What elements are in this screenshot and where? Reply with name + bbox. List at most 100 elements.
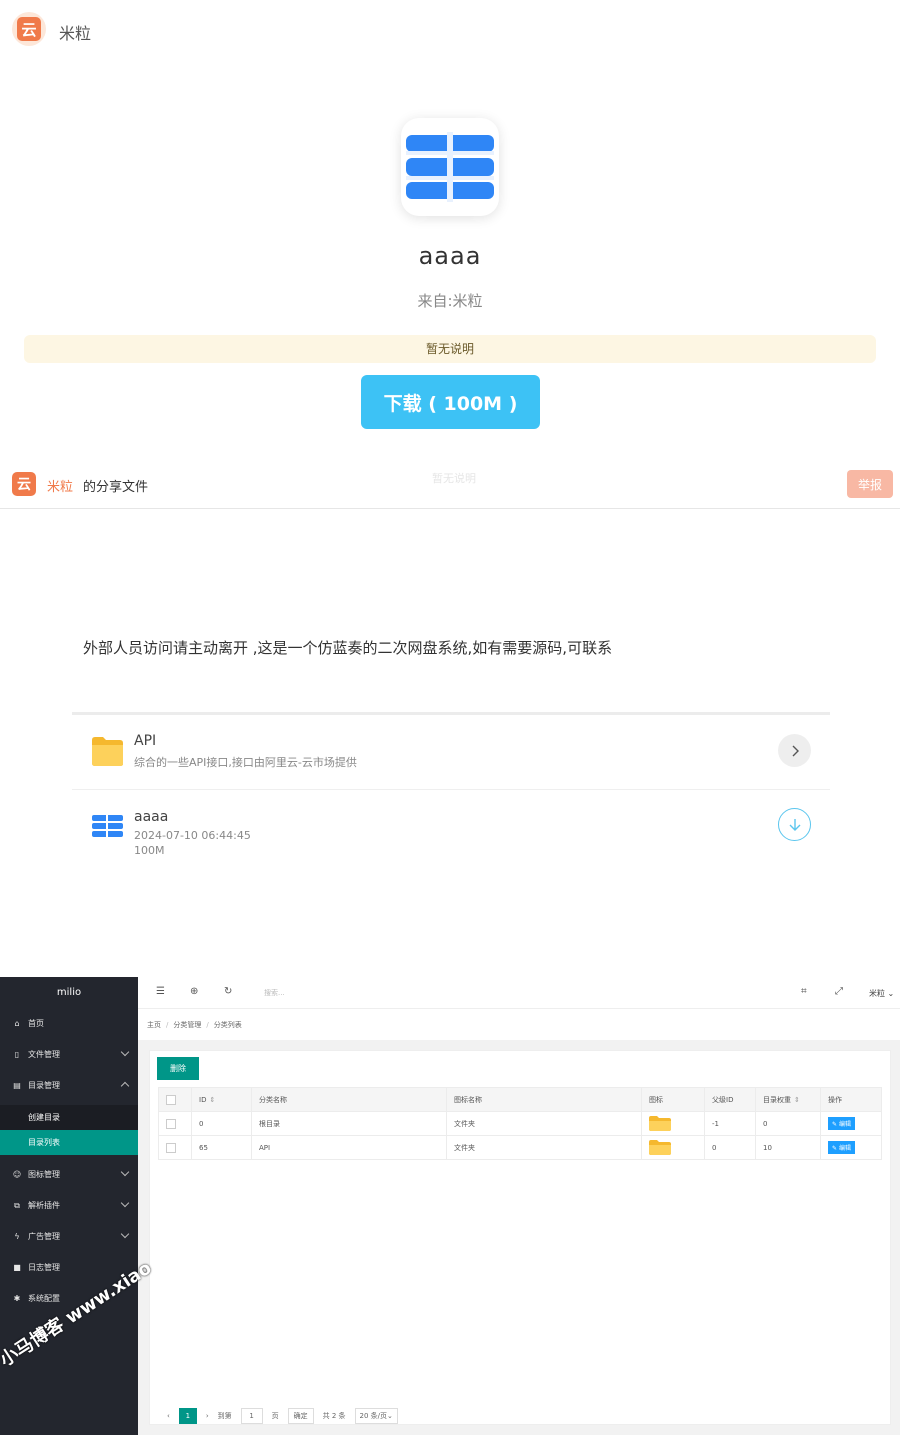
home-icon: ⌂ bbox=[14, 1019, 20, 1028]
column-header-name: 分类名称 bbox=[251, 1087, 447, 1112]
faint-description: 暂无说明 bbox=[432, 472, 476, 485]
breadcrumb: 主页 / 分类管理 / 分类列表 bbox=[138, 1009, 900, 1040]
sidebar-item-label: 首页 bbox=[28, 1019, 44, 1028]
pagination: ‹ 1 › 到第 1 页 确定 共 2 条 20 条/页 ⌄ bbox=[158, 1407, 882, 1425]
chevron-down-icon bbox=[120, 1229, 130, 1239]
column-header-id[interactable]: ID ⇕ bbox=[191, 1087, 252, 1112]
admin-topbar: ☰ ⊕ ↻ 搜索... ⌗ ⤢ 米粒 ⌄ bbox=[138, 977, 900, 1009]
sidebar-item-label: 目录管理 bbox=[28, 1081, 60, 1090]
list-separator bbox=[72, 789, 830, 790]
cell-id: 0 bbox=[191, 1111, 252, 1136]
download-file-button[interactable] bbox=[778, 808, 811, 841]
select-all-checkbox[interactable] bbox=[166, 1094, 176, 1105]
cell-name: 根目录 bbox=[251, 1111, 447, 1136]
admin-brand: milio bbox=[56, 987, 82, 998]
sidebar-item-label: 广告管理 bbox=[28, 1232, 60, 1241]
sort-icon: ⇕ bbox=[794, 1095, 800, 1104]
refresh-icon[interactable]: ↻ bbox=[224, 986, 232, 997]
user-name: 米粒 bbox=[869, 989, 885, 998]
sidebar-item-files[interactable]: ▯ 文件管理 bbox=[0, 1039, 138, 1070]
admin-sidebar: milio ⌂ 首页 ▯ 文件管理 ▤ 目录管理 创建目录 目录列表 ☺ 图标管理 ⧉ 解… bbox=[0, 977, 138, 1435]
sidebar-item-label: 系统配置 bbox=[28, 1294, 60, 1303]
goto-page-input[interactable]: 1 bbox=[240, 1408, 263, 1424]
prev-page-icon[interactable]: ‹ bbox=[167, 1412, 170, 1420]
cell-name: API bbox=[251, 1135, 447, 1160]
column-header-parent: 父级ID bbox=[704, 1087, 756, 1112]
cloud-logo-icon: 云 bbox=[12, 472, 36, 496]
cell-icon-name: 文件夹 bbox=[446, 1111, 642, 1136]
chevron-down-icon bbox=[120, 1198, 130, 1208]
column-header-weight[interactable]: 目录权重 ⇕ bbox=[755, 1087, 821, 1112]
list-item-title[interactable]: API bbox=[134, 733, 156, 749]
folder-icon bbox=[649, 1140, 671, 1155]
table-row: 0 根目录 文件夹 -1 0 ✎ 编辑 bbox=[158, 1111, 882, 1136]
chevron-up-icon bbox=[120, 1081, 130, 1091]
page-unit-label: 页 bbox=[271, 1412, 279, 1420]
list-item-title[interactable]: aaaa bbox=[134, 809, 168, 825]
admin-main: ☰ ⊕ ↻ 搜索... ⌗ ⤢ 米粒 ⌄ 主页 / 分类管理 / 分类列表 删除 I… bbox=[138, 977, 900, 1435]
edit-button[interactable]: ✎ 编辑 bbox=[828, 1141, 855, 1154]
cell-weight: 0 bbox=[755, 1111, 821, 1136]
sidebar-subitem-create-directory[interactable]: 创建目录 bbox=[0, 1105, 138, 1130]
sidebar-item-label: 日志管理 bbox=[28, 1263, 60, 1272]
row-checkbox[interactable] bbox=[166, 1118, 176, 1129]
globe-icon[interactable]: ⊕ bbox=[190, 986, 198, 997]
table-row: 65 API 文件夹 0 10 ✎ 编辑 bbox=[158, 1135, 882, 1160]
delete-button[interactable]: 删除 bbox=[157, 1057, 199, 1080]
page-current[interactable]: 1 bbox=[178, 1408, 197, 1424]
plugin-icon: ⧉ bbox=[14, 1200, 20, 1210]
sidebar-item-label: 解析插件 bbox=[28, 1201, 60, 1210]
share-title: 的分享文件 bbox=[83, 480, 149, 495]
download-button[interactable]: 下载 ( 100M ) bbox=[361, 375, 540, 429]
description-bar: 暂无说明 bbox=[24, 335, 876, 363]
open-folder-button[interactable] bbox=[778, 734, 811, 767]
list-item-date: 2024-07-10 06:44:45 bbox=[134, 829, 251, 842]
page-size-select[interactable]: 20 条/页 ⌄ bbox=[354, 1408, 398, 1424]
share-username[interactable]: 米粒 bbox=[47, 476, 73, 495]
search-input[interactable]: 搜索... bbox=[264, 988, 285, 998]
goto-label: 到第 bbox=[217, 1412, 232, 1420]
sidebar-item-directories[interactable]: ▤ 目录管理 bbox=[0, 1070, 138, 1101]
fullscreen-icon[interactable]: ⤢ bbox=[835, 986, 843, 997]
sidebar-item-icons[interactable]: ☺ 图标管理 bbox=[0, 1159, 138, 1190]
breadcrumb-category[interactable]: 分类管理 bbox=[173, 1020, 201, 1030]
column-header-icon-name: 图标名称 bbox=[446, 1087, 642, 1112]
report-button[interactable]: 举报 bbox=[847, 470, 893, 498]
file-type-icon bbox=[91, 813, 124, 839]
tag-icon[interactable]: ⌗ bbox=[801, 986, 807, 997]
file-icon: ▯ bbox=[14, 1050, 20, 1059]
table-panel: 删除 ID ⇕ 分类名称 图标名称 图标 父级ID 目录权重 ⇕ 操作 0 根目… bbox=[149, 1050, 891, 1425]
menu-toggle-icon[interactable]: ☰ bbox=[156, 986, 165, 997]
folder-icon bbox=[649, 1116, 671, 1131]
total-count: 共 2 条 bbox=[322, 1412, 346, 1420]
chevron-down-icon bbox=[120, 1047, 130, 1057]
sidebar-item-home[interactable]: ⌂ 首页 bbox=[0, 1008, 138, 1039]
brand-logo: 云 bbox=[12, 12, 46, 46]
goto-confirm-button[interactable]: 确定 bbox=[287, 1408, 314, 1424]
user-menu[interactable]: 米粒 ⌄ bbox=[869, 988, 894, 999]
column-header-actions: 操作 bbox=[820, 1087, 882, 1112]
download-arrow-icon bbox=[789, 818, 800, 831]
ad-icon: ϟ bbox=[14, 1232, 20, 1241]
breadcrumb-home[interactable]: 主页 bbox=[147, 1020, 161, 1030]
app-file-icon bbox=[401, 118, 499, 216]
cell-weight: 10 bbox=[755, 1135, 821, 1160]
cell-icon-name: 文件夹 bbox=[446, 1135, 642, 1160]
cell-parent: 0 bbox=[704, 1135, 756, 1160]
sidebar-item-ads[interactable]: ϟ 广告管理 bbox=[0, 1221, 138, 1252]
row-checkbox[interactable] bbox=[166, 1142, 176, 1153]
sidebar-item-label: 图标管理 bbox=[28, 1170, 60, 1179]
cell-parent: -1 bbox=[704, 1111, 756, 1136]
gear-icon: ✱ bbox=[13, 1294, 21, 1303]
sidebar-item-plugins[interactable]: ⧉ 解析插件 bbox=[0, 1190, 138, 1221]
divider bbox=[0, 508, 900, 509]
sort-icon: ⇕ bbox=[209, 1095, 216, 1104]
chevron-down-icon bbox=[120, 1167, 130, 1177]
next-page-icon[interactable]: › bbox=[206, 1412, 209, 1420]
sidebar-subitem-directory-list[interactable]: 目录列表 bbox=[0, 1130, 138, 1155]
sidebar-item-label: 文件管理 bbox=[28, 1050, 60, 1059]
column-header-icon: 图标 bbox=[641, 1087, 705, 1112]
smile-icon: ☺ bbox=[12, 1170, 22, 1179]
edit-button[interactable]: ✎ 编辑 bbox=[828, 1117, 855, 1130]
category-table: ID ⇕ 分类名称 图标名称 图标 父级ID 目录权重 ⇕ 操作 0 根目录 文件 bbox=[158, 1087, 882, 1160]
